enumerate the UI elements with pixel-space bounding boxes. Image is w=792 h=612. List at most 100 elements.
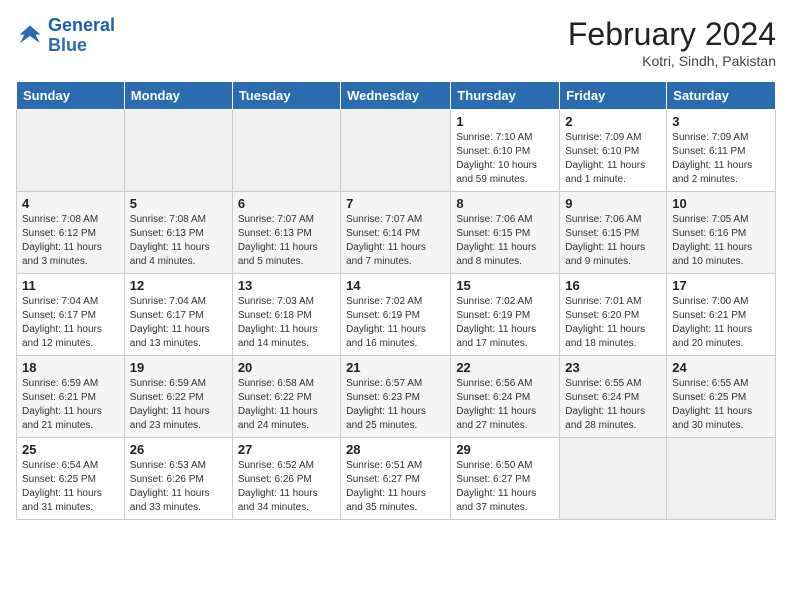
day-number: 18 xyxy=(22,360,119,375)
day-cell: 13Sunrise: 7:03 AM Sunset: 6:18 PM Dayli… xyxy=(232,274,340,356)
day-info: Sunrise: 7:02 AM Sunset: 6:19 PM Dayligh… xyxy=(346,295,445,351)
day-cell: 27Sunrise: 6:52 AM Sunset: 6:26 PM Dayli… xyxy=(232,438,340,520)
day-number: 10 xyxy=(672,196,770,211)
day-cell: 21 Sunrise: 6:57 AM Sunset: 6:23 PM Dayli… xyxy=(341,356,451,438)
logo: General Blue xyxy=(16,16,115,56)
day-cell: 7 Sunrise: 7:07 AM Sunset: 6:14 PM Daylig… xyxy=(341,192,451,274)
day-number: 8 xyxy=(456,196,554,211)
week-row: 1Sunrise: 7:10 AM Sunset: 6:10 PM Daylig… xyxy=(17,110,776,192)
day-number: 17 xyxy=(672,278,770,293)
day-cell: 28 Sunrise: 6:51 AM Sunset: 6:27 PM Dayli… xyxy=(341,438,451,520)
calendar-title: February 2024 xyxy=(568,16,776,53)
day-info: Sunrise: 6:54 AM Sunset: 6:25 PM Dayligh… xyxy=(22,459,119,515)
column-header-sunday: Sunday xyxy=(17,82,125,110)
day-cell: 22 Sunrise: 6:56 AM Sunset: 6:24 PM Dayli… xyxy=(451,356,560,438)
day-cell: 8 Sunrise: 7:06 AM Sunset: 6:15 PM Daylig… xyxy=(451,192,560,274)
day-number: 9 xyxy=(565,196,661,211)
day-cell: 15 Sunrise: 7:02 AM Sunset: 6:19 PM Dayli… xyxy=(451,274,560,356)
day-info: Sunrise: 7:01 AM Sunset: 6:20 PM Dayligh… xyxy=(565,295,661,351)
day-number: 26 xyxy=(130,442,227,457)
day-info: Sunrise: 7:04 AM Sunset: 6:17 PM Dayligh… xyxy=(130,295,227,351)
day-cell: 11Sunrise: 7:04 AM Sunset: 6:17 PM Dayli… xyxy=(17,274,125,356)
day-info: Sunrise: 6:55 AM Sunset: 6:24 PM Dayligh… xyxy=(565,377,661,433)
day-number: 21 xyxy=(346,360,445,375)
day-cell: 5 Sunrise: 7:08 AM Sunset: 6:13 PM Daylig… xyxy=(124,192,232,274)
title-block: February 2024 Kotri, Sindh, Pakistan xyxy=(568,16,776,69)
day-number: 24 xyxy=(672,360,770,375)
day-cell xyxy=(667,438,776,520)
day-cell xyxy=(232,110,340,192)
day-cell: 9 Sunrise: 7:06 AM Sunset: 6:15 PM Daylig… xyxy=(560,192,667,274)
day-cell: 1Sunrise: 7:10 AM Sunset: 6:10 PM Daylig… xyxy=(451,110,560,192)
day-info: Sunrise: 6:59 AM Sunset: 6:21 PM Dayligh… xyxy=(22,377,119,433)
day-cell: 20Sunrise: 6:58 AM Sunset: 6:22 PM Dayli… xyxy=(232,356,340,438)
day-number: 16 xyxy=(565,278,661,293)
day-info: Sunrise: 7:04 AM Sunset: 6:17 PM Dayligh… xyxy=(22,295,119,351)
day-number: 5 xyxy=(130,196,227,211)
page-header: General Blue February 2024 Kotri, Sindh,… xyxy=(16,16,776,69)
day-info: Sunrise: 7:05 AM Sunset: 6:16 PM Dayligh… xyxy=(672,213,770,269)
day-number: 4 xyxy=(22,196,119,211)
day-number: 25 xyxy=(22,442,119,457)
logo-icon xyxy=(16,22,44,50)
day-cell: 10 Sunrise: 7:05 AM Sunset: 6:16 PM Dayli… xyxy=(667,192,776,274)
day-info: Sunrise: 6:50 AM Sunset: 6:27 PM Dayligh… xyxy=(456,459,554,515)
day-cell: 26 Sunrise: 6:53 AM Sunset: 6:26 PM Dayli… xyxy=(124,438,232,520)
logo-text: General Blue xyxy=(48,16,115,56)
calendar-table: SundayMondayTuesdayWednesdayThursdayFrid… xyxy=(16,81,776,520)
day-info: Sunrise: 6:57 AM Sunset: 6:23 PM Dayligh… xyxy=(346,377,445,433)
day-number: 7 xyxy=(346,196,445,211)
calendar-subtitle: Kotri, Sindh, Pakistan xyxy=(568,53,776,69)
day-info: Sunrise: 7:06 AM Sunset: 6:15 PM Dayligh… xyxy=(456,213,554,269)
day-info: Sunrise: 6:52 AM Sunset: 6:26 PM Dayligh… xyxy=(238,459,335,515)
day-cell: 18 Sunrise: 6:59 AM Sunset: 6:21 PM Dayli… xyxy=(17,356,125,438)
day-info: Sunrise: 6:56 AM Sunset: 6:24 PM Dayligh… xyxy=(456,377,554,433)
day-info: Sunrise: 7:09 AM Sunset: 6:11 PM Dayligh… xyxy=(672,131,770,187)
day-cell: 25 Sunrise: 6:54 AM Sunset: 6:25 PM Dayli… xyxy=(17,438,125,520)
day-info: Sunrise: 7:09 AM Sunset: 6:10 PM Dayligh… xyxy=(565,131,661,187)
day-info: Sunrise: 6:51 AM Sunset: 6:27 PM Dayligh… xyxy=(346,459,445,515)
day-cell: 3Sunrise: 7:09 AM Sunset: 6:11 PM Daylig… xyxy=(667,110,776,192)
day-number: 29 xyxy=(456,442,554,457)
column-header-thursday: Thursday xyxy=(451,82,560,110)
day-info: Sunrise: 7:10 AM Sunset: 6:10 PM Dayligh… xyxy=(456,131,554,187)
day-cell: 14 Sunrise: 7:02 AM Sunset: 6:19 PM Dayli… xyxy=(341,274,451,356)
day-info: Sunrise: 7:07 AM Sunset: 6:13 PM Dayligh… xyxy=(238,213,335,269)
day-number: 19 xyxy=(130,360,227,375)
column-header-monday: Monday xyxy=(124,82,232,110)
day-cell: 29 Sunrise: 6:50 AM Sunset: 6:27 PM Dayli… xyxy=(451,438,560,520)
day-info: Sunrise: 6:53 AM Sunset: 6:26 PM Dayligh… xyxy=(130,459,227,515)
day-cell xyxy=(560,438,667,520)
day-info: Sunrise: 7:07 AM Sunset: 6:14 PM Dayligh… xyxy=(346,213,445,269)
column-header-saturday: Saturday xyxy=(667,82,776,110)
day-number: 23 xyxy=(565,360,661,375)
day-number: 15 xyxy=(456,278,554,293)
day-cell xyxy=(17,110,125,192)
day-cell: 2 Sunrise: 7:09 AM Sunset: 6:10 PM Daylig… xyxy=(560,110,667,192)
day-number: 12 xyxy=(130,278,227,293)
day-info: Sunrise: 6:58 AM Sunset: 6:22 PM Dayligh… xyxy=(238,377,335,433)
day-number: 28 xyxy=(346,442,445,457)
column-header-tuesday: Tuesday xyxy=(232,82,340,110)
day-cell: 17 Sunrise: 7:00 AM Sunset: 6:21 PM Dayli… xyxy=(667,274,776,356)
day-cell xyxy=(341,110,451,192)
week-row: 11Sunrise: 7:04 AM Sunset: 6:17 PM Dayli… xyxy=(17,274,776,356)
day-info: Sunrise: 7:08 AM Sunset: 6:13 PM Dayligh… xyxy=(130,213,227,269)
day-cell xyxy=(124,110,232,192)
day-info: Sunrise: 7:02 AM Sunset: 6:19 PM Dayligh… xyxy=(456,295,554,351)
day-number: 6 xyxy=(238,196,335,211)
day-number: 13 xyxy=(238,278,335,293)
day-number: 14 xyxy=(346,278,445,293)
day-cell: 19 Sunrise: 6:59 AM Sunset: 6:22 PM Dayli… xyxy=(124,356,232,438)
day-info: Sunrise: 7:00 AM Sunset: 6:21 PM Dayligh… xyxy=(672,295,770,351)
header-row: SundayMondayTuesdayWednesdayThursdayFrid… xyxy=(17,82,776,110)
day-info: Sunrise: 6:59 AM Sunset: 6:22 PM Dayligh… xyxy=(130,377,227,433)
day-cell: 6 Sunrise: 7:07 AM Sunset: 6:13 PM Daylig… xyxy=(232,192,340,274)
week-row: 25 Sunrise: 6:54 AM Sunset: 6:25 PM Dayli… xyxy=(17,438,776,520)
day-number: 2 xyxy=(565,114,661,129)
day-cell: 23 Sunrise: 6:55 AM Sunset: 6:24 PM Dayli… xyxy=(560,356,667,438)
column-header-friday: Friday xyxy=(560,82,667,110)
day-number: 22 xyxy=(456,360,554,375)
day-cell: 4Sunrise: 7:08 AM Sunset: 6:12 PM Daylig… xyxy=(17,192,125,274)
day-info: Sunrise: 7:06 AM Sunset: 6:15 PM Dayligh… xyxy=(565,213,661,269)
